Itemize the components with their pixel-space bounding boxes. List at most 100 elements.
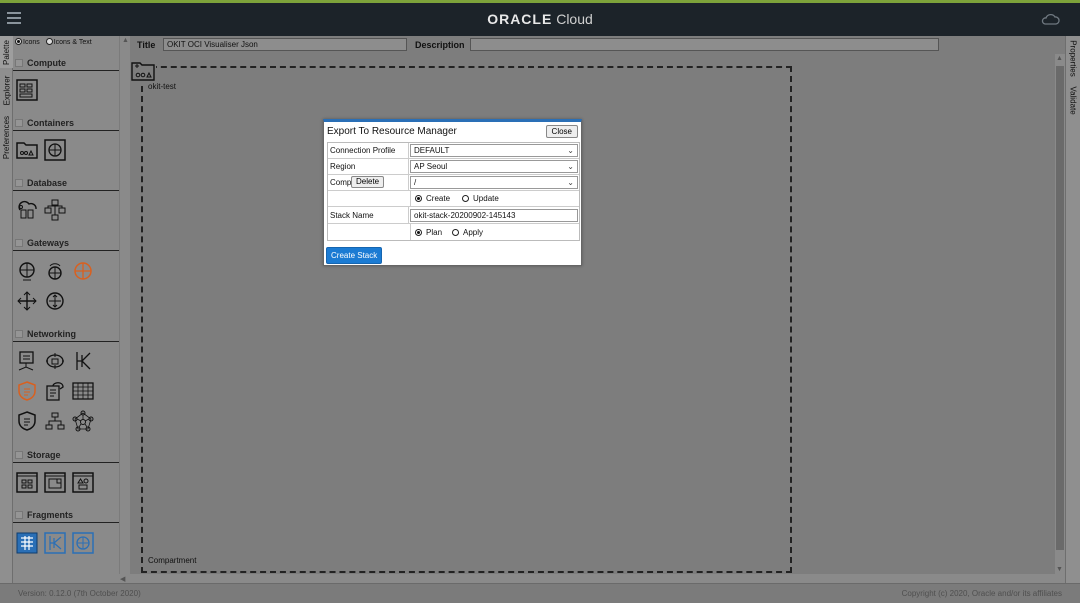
network-icon[interactable]: [43, 409, 67, 433]
fragment-gateway-icon[interactable]: [71, 531, 95, 555]
create-radio[interactable]: [415, 195, 422, 202]
form-row-compartment: Comp Delete / ⌄: [328, 175, 579, 191]
apply-option[interactable]: Apply: [452, 228, 483, 237]
section-title: Gateways: [27, 237, 70, 248]
description-label: Description: [415, 40, 465, 50]
version-text: Version: 0.12.0 (7th October 2020): [18, 589, 141, 598]
plan-option[interactable]: Plan: [415, 228, 442, 237]
fragment-route-icon[interactable]: [43, 531, 67, 555]
instance-icon[interactable]: [15, 78, 39, 102]
cluster-icon[interactable]: [43, 138, 67, 162]
delete-button[interactable]: Delete: [351, 176, 385, 188]
service-gateway-icon[interactable]: [71, 259, 95, 283]
internet-gateway-icon[interactable]: [15, 259, 39, 283]
tab-preferences[interactable]: Preferences: [0, 112, 13, 162]
stack-name-label: Stack Name: [328, 207, 409, 223]
title-input[interactable]: OKIT OCI Visualiser Json: [163, 38, 407, 51]
left-side-tabs: Palette Explorer Preferences: [0, 36, 13, 583]
tab-validate[interactable]: Validate: [1066, 82, 1080, 118]
section-title: Storage: [27, 449, 61, 460]
export-resource-manager-dialog: Export To Resource Manager Close Connect…: [323, 119, 582, 266]
block-storage-icon[interactable]: [15, 470, 39, 494]
autonomous-database-icon[interactable]: [15, 198, 39, 222]
form-row-region: Region AP Seoul ⌄: [328, 159, 579, 175]
canvas-horizontal-scrollbar[interactable]: ◀: [119, 574, 1065, 583]
compartment-name[interactable]: okit-test: [148, 82, 176, 91]
plan-radio[interactable]: [415, 228, 422, 236]
stack-name-input[interactable]: okit-stack-20200902-145143: [410, 208, 578, 222]
palette-section-containers[interactable]: Containers: [13, 115, 119, 131]
export-form: Connection Profile DEFAULT ⌄ Region AP Se…: [327, 142, 580, 241]
region-label: Region: [328, 159, 409, 174]
canvas-vertical-scrollbar[interactable]: ▲ ▼: [1055, 54, 1065, 574]
description-input[interactable]: [470, 38, 939, 51]
file-storage-icon[interactable]: [43, 470, 67, 494]
drg-icon[interactable]: [15, 289, 39, 313]
icons-option[interactable]: Icons: [15, 38, 40, 46]
scroll-left-icon[interactable]: ◀: [120, 575, 125, 583]
section-title: Database: [27, 177, 68, 188]
icons-radio[interactable]: [15, 38, 22, 45]
firewall-icon[interactable]: [15, 409, 39, 433]
tab-palette[interactable]: Palette: [0, 36, 13, 68]
security-list-icon[interactable]: [15, 379, 39, 403]
database-system-icon[interactable]: [43, 198, 67, 222]
compartment-icon[interactable]: [15, 138, 39, 162]
network-security-group-icon[interactable]: [43, 349, 67, 373]
chevron-down-icon: ⌄: [567, 146, 574, 155]
brand-logo: ORACLE Cloud: [0, 11, 1080, 27]
diagram-header: Title OKIT OCI Visualiser Json Descripti…: [130, 36, 1064, 54]
local-peering-gateway-icon[interactable]: [43, 289, 67, 313]
palette-section-networking[interactable]: Networking: [13, 326, 119, 342]
palette-section-compute[interactable]: Compute: [13, 55, 119, 71]
scroll-up-icon[interactable]: ▲: [122, 37, 129, 44]
compartment-icon[interactable]: [130, 60, 156, 82]
load-balancer-icon[interactable]: [15, 349, 39, 373]
subnet-icon[interactable]: [71, 379, 95, 403]
icons-and-text-option[interactable]: Icons & Text: [45, 38, 92, 46]
palette-view-options: Icons Icons & Text: [15, 38, 92, 46]
icons-and-text-radio[interactable]: [45, 38, 53, 45]
region-select[interactable]: AP Seoul ⌄: [410, 160, 578, 173]
palette-scrollbar[interactable]: ▲ ▼: [119, 36, 130, 583]
update-option[interactable]: Update: [462, 194, 499, 203]
top-bar: ORACLE Cloud: [0, 0, 1080, 36]
tab-properties[interactable]: Properties: [1066, 36, 1080, 80]
close-button[interactable]: Close: [545, 125, 578, 138]
virtual-cloud-network-icon[interactable]: [71, 409, 95, 433]
brand-oracle: ORACLE: [487, 11, 553, 27]
chevron-down-icon: ⌄: [567, 162, 574, 171]
tab-explorer[interactable]: Explorer: [0, 70, 13, 110]
section-title: Fragments: [27, 509, 74, 520]
create-stack-button[interactable]: Create Stack: [326, 247, 383, 264]
create-option[interactable]: Create: [415, 194, 450, 203]
apply-radio[interactable]: [452, 228, 460, 236]
connection-profile-label: Connection Profile: [328, 143, 409, 158]
form-row-connection-profile: Connection Profile DEFAULT ⌄: [328, 143, 579, 159]
section-title: Networking: [27, 328, 77, 339]
object-storage-icon[interactable]: [71, 470, 95, 494]
dhcp-options-icon[interactable]: [43, 379, 67, 403]
brand-cloud: Cloud: [556, 11, 593, 27]
cloud-icon[interactable]: [1040, 11, 1060, 27]
route-table-icon[interactable]: [71, 349, 95, 373]
palette-section-storage[interactable]: Storage: [13, 447, 119, 463]
update-radio[interactable]: [462, 195, 470, 202]
palette-section-fragments[interactable]: Fragments: [13, 507, 119, 523]
nat-gateway-icon[interactable]: [43, 259, 67, 283]
palette-section-gateways[interactable]: Gateways: [13, 235, 119, 251]
form-row-mode: Create Update: [328, 191, 579, 207]
compartment-type-label: Compartment: [148, 556, 197, 565]
scroll-down-icon[interactable]: ▼: [1056, 566, 1063, 573]
fragment-grid-icon[interactable]: [15, 531, 39, 555]
title-label: Title: [137, 40, 156, 50]
diagram-canvas[interactable]: okit-test Compartment: [130, 54, 1055, 574]
form-row-action: Plan Apply: [328, 224, 579, 240]
connection-profile-select[interactable]: DEFAULT ⌄: [410, 144, 578, 157]
section-title: Containers: [27, 117, 75, 128]
scroll-up-icon[interactable]: ▲: [1056, 55, 1063, 62]
palette-section-database[interactable]: Database: [13, 175, 119, 191]
compartment-select[interactable]: / ⌄: [410, 176, 578, 189]
scroll-thumb[interactable]: [1056, 66, 1064, 550]
dialog-title: Export To Resource Manager: [327, 126, 457, 137]
